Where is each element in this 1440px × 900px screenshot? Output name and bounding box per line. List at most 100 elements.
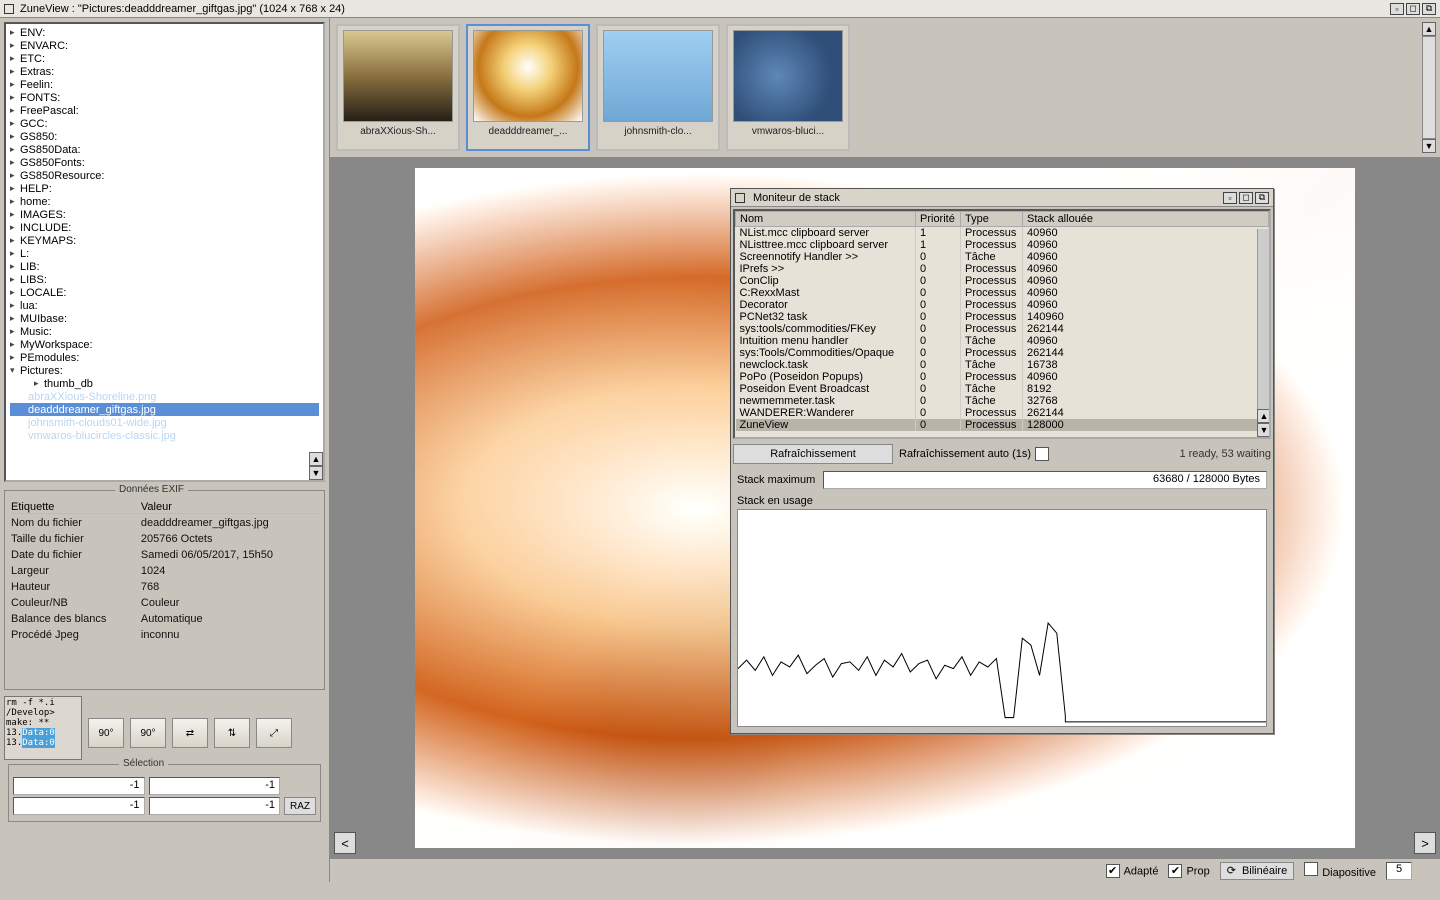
thumbnail[interactable]: deadddreamer_... bbox=[466, 24, 590, 151]
stack-col-priority[interactable]: Priorité bbox=[916, 212, 961, 227]
thumbnail-strip[interactable]: abraXXious-Sh...deadddreamer_... johnsmit… bbox=[330, 18, 1440, 158]
prop-toggle[interactable]: ✔Prop bbox=[1168, 864, 1209, 878]
tree-item[interactable]: ▸FreePascal: bbox=[10, 104, 319, 117]
stack-col-alloc[interactable]: Stack allouée bbox=[1023, 212, 1269, 227]
stack-task-list[interactable]: Nom Priorité Type Stack allouée NList.mc… bbox=[733, 209, 1271, 439]
task-row[interactable]: PCNet32 task0Processus140960 bbox=[736, 311, 1269, 323]
tree-item[interactable]: ▸Feelin: bbox=[10, 78, 319, 91]
task-row[interactable]: Screennotify Handler >>0Tâche40960 bbox=[736, 251, 1269, 263]
thumb-scroll-up[interactable]: ▲ bbox=[1422, 22, 1436, 36]
next-image-button[interactable]: > bbox=[1414, 832, 1436, 854]
task-row[interactable]: NList.mcc clipboard server1Processus4096… bbox=[736, 227, 1269, 240]
tree-file-item[interactable]: vmwaros-blucircles-classic.jpg bbox=[10, 429, 319, 442]
flip-h-button[interactable]: ⇄ bbox=[172, 718, 208, 748]
depth-button[interactable]: ⧉ bbox=[1422, 3, 1436, 15]
task-row[interactable]: Intuition menu handler0Tâche40960 bbox=[736, 335, 1269, 347]
flip-v-button[interactable]: ⇅ bbox=[214, 718, 250, 748]
tree-item[interactable]: ▸ENV: bbox=[10, 26, 319, 39]
tree-item[interactable]: ▸ETC: bbox=[10, 52, 319, 65]
selection-x1[interactable]: -1 bbox=[13, 777, 145, 795]
task-row[interactable]: ConClip0Processus40960 bbox=[736, 275, 1269, 287]
tree-item[interactable]: ▸GS850Fonts: bbox=[10, 156, 319, 169]
slideshow-toggle[interactable]: Diapositive bbox=[1304, 862, 1376, 879]
tree-item[interactable]: ▸PEmodules: bbox=[10, 351, 319, 364]
selection-reset-button[interactable]: RAZ bbox=[284, 797, 316, 815]
task-row[interactable]: sys:tools/commodities/FKey0Processus2621… bbox=[736, 323, 1269, 335]
tree-scroll-down[interactable]: ▼ bbox=[309, 466, 323, 480]
tree-item[interactable]: ▸Music: bbox=[10, 325, 319, 338]
titlebar-system-icon[interactable] bbox=[4, 4, 14, 14]
tree-item[interactable]: ▸GS850Data: bbox=[10, 143, 319, 156]
task-row[interactable]: WANDERER:Wanderer0Processus262144 bbox=[736, 407, 1269, 419]
adapt-toggle[interactable]: ✔Adapté bbox=[1106, 864, 1159, 878]
directory-tree[interactable]: ▸ENV:▸ENVARC:▸ETC:▸Extras:▸Feelin:▸FONTS… bbox=[4, 22, 325, 482]
tree-item[interactable]: ▸HELP: bbox=[10, 182, 319, 195]
tree-item[interactable]: ▸LIB: bbox=[10, 260, 319, 273]
tree-item[interactable]: ▸KEYMAPS: bbox=[10, 234, 319, 247]
prev-image-button[interactable]: < bbox=[334, 832, 356, 854]
tree-item[interactable]: ▸GCC: bbox=[10, 117, 319, 130]
iconify-button[interactable]: ▫ bbox=[1390, 3, 1404, 15]
stack-depth-button[interactable]: ⧉ bbox=[1255, 192, 1269, 204]
stack-col-name[interactable]: Nom bbox=[736, 212, 916, 227]
tree-item[interactable]: ▸MyWorkspace: bbox=[10, 338, 319, 351]
refresh-button[interactable]: Rafraîchissement bbox=[733, 444, 893, 464]
tree-item[interactable]: ▸FONTS: bbox=[10, 91, 319, 104]
zoom-button[interactable]: ◻ bbox=[1406, 3, 1420, 15]
tree-item[interactable]: ▸GS850Resource: bbox=[10, 169, 319, 182]
rotate-ccw-button[interactable]: 90° bbox=[88, 718, 124, 748]
task-row[interactable]: newclock.task0Tâche16738 bbox=[736, 359, 1269, 371]
thumbnail-label: johnsmith-clo... bbox=[624, 126, 691, 137]
thumb-scroll-down[interactable]: ▼ bbox=[1422, 139, 1436, 153]
stack-col-type[interactable]: Type bbox=[961, 212, 1023, 227]
thumbnail[interactable]: abraXXious-Sh... bbox=[336, 24, 460, 151]
selection-y2[interactable]: -1 bbox=[149, 797, 281, 815]
thumbnail[interactable]: vmwaros-bluci... bbox=[726, 24, 850, 151]
task-row[interactable]: PoPo (Poseidon Popups)0Processus40960 bbox=[736, 371, 1269, 383]
tree-item[interactable]: ▸home: bbox=[10, 195, 319, 208]
slideshow-seconds[interactable]: 5 bbox=[1386, 862, 1412, 880]
stack-iconify-button[interactable]: ▫ bbox=[1223, 192, 1237, 204]
thumbnail[interactable]: johnsmith-clo... bbox=[596, 24, 720, 151]
stack-zoom-button[interactable]: ◻ bbox=[1239, 192, 1253, 204]
task-row[interactable]: NListtree.mcc clipboard server1Processus… bbox=[736, 239, 1269, 251]
selection-x2[interactable]: -1 bbox=[13, 797, 145, 815]
tree-item[interactable]: ▸LOCALE: bbox=[10, 286, 319, 299]
tree-file-item[interactable]: deadddreamer_giftgas.jpg bbox=[10, 403, 319, 416]
stack-monitor-window[interactable]: Moniteur de stack ▫ ◻ ⧉ Nom Priorité Typ… bbox=[730, 188, 1274, 734]
stack-monitor-titlebar[interactable]: Moniteur de stack ▫ ◻ ⧉ bbox=[731, 189, 1273, 207]
tree-item[interactable]: ▸lua: bbox=[10, 299, 319, 312]
stack-list-scroll-up[interactable]: ▲ bbox=[1257, 409, 1271, 423]
stack-titlebar-system-icon[interactable] bbox=[735, 193, 745, 203]
tree-item[interactable]: ▸GS850: bbox=[10, 130, 319, 143]
thumbnail-label: vmwaros-bluci... bbox=[752, 126, 824, 137]
exif-legend: Données EXIF bbox=[115, 484, 188, 495]
tree-item[interactable]: ▸INCLUDE: bbox=[10, 221, 319, 234]
task-row[interactable]: sys:Tools/Commodities/Opaque0Processus26… bbox=[736, 347, 1269, 359]
tree-file-item[interactable]: ▸thumb_db bbox=[10, 377, 319, 390]
exif-label: Hauteur bbox=[11, 580, 139, 594]
tree-item[interactable]: ▸ENVARC: bbox=[10, 39, 319, 52]
task-row[interactable]: Poseidon Event Broadcast0Tâche8192 bbox=[736, 383, 1269, 395]
tree-item[interactable]: ▸Extras: bbox=[10, 65, 319, 78]
tree-file-item[interactable]: abraXXious-Shoreline.png bbox=[10, 390, 319, 403]
fit-button[interactable]: ⤢ bbox=[256, 718, 292, 748]
task-row[interactable]: Decorator0Processus40960 bbox=[736, 299, 1269, 311]
selection-y1[interactable]: -1 bbox=[149, 777, 281, 795]
rotate-cw-button[interactable]: 90° bbox=[130, 718, 166, 748]
tree-scroll-up[interactable]: ▲ bbox=[309, 452, 323, 466]
task-row[interactable]: IPrefs >>0Processus40960 bbox=[736, 263, 1269, 275]
stack-list-scroll-down[interactable]: ▼ bbox=[1257, 423, 1271, 437]
filter-dropdown[interactable]: ⟳Bilinéaire bbox=[1220, 862, 1294, 880]
tree-item[interactable]: ▸IMAGES: bbox=[10, 208, 319, 221]
tree-file-item[interactable]: johnsmith-clouds01-wide.jpg bbox=[10, 416, 319, 429]
tree-item[interactable]: ▸LIBS: bbox=[10, 273, 319, 286]
auto-refresh-toggle[interactable] bbox=[1035, 447, 1049, 461]
tree-item-pictures[interactable]: ▾Pictures: bbox=[10, 364, 319, 377]
task-row[interactable]: newmemmeter.task0Tâche32768 bbox=[736, 395, 1269, 407]
tree-item[interactable]: ▸L: bbox=[10, 247, 319, 260]
mini-terminal[interactable]: rm -f *.i/Develop>make: **13.Data:013.Da… bbox=[4, 696, 82, 760]
task-row[interactable]: C:RexxMast0Processus40960 bbox=[736, 287, 1269, 299]
task-row[interactable]: ZuneView0Processus128000 bbox=[736, 419, 1269, 431]
tree-item[interactable]: ▸MUIbase: bbox=[10, 312, 319, 325]
